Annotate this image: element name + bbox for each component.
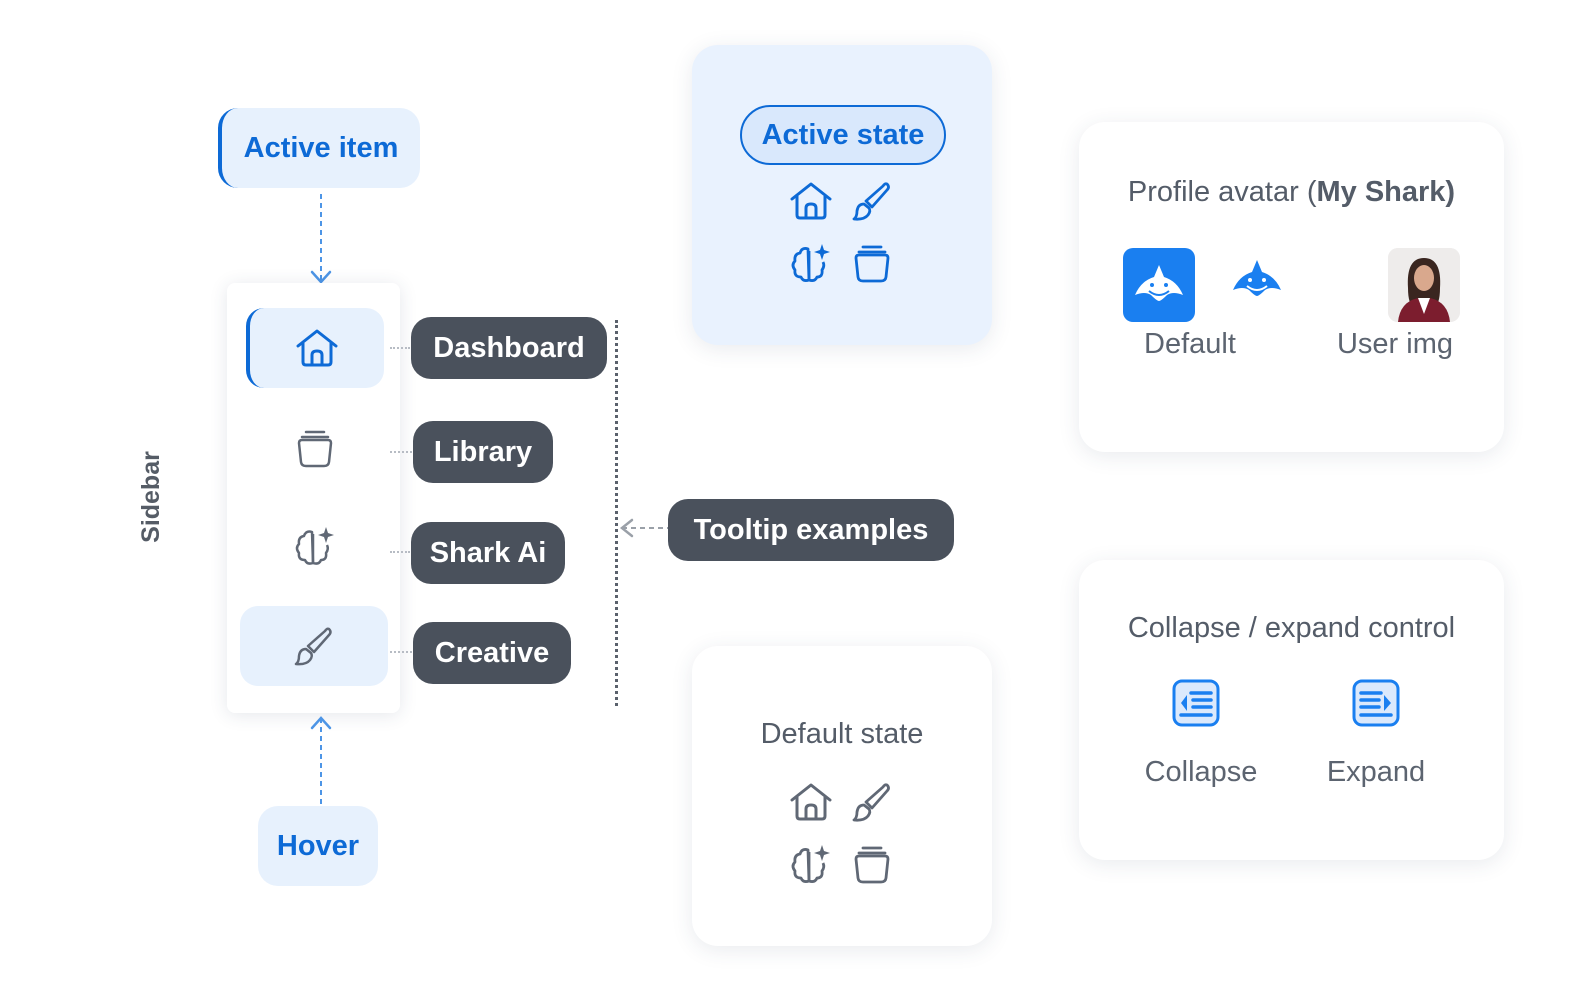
tooltip-library: Library [413, 421, 553, 483]
sidebar-item-creative[interactable] [240, 606, 388, 686]
shark-icon[interactable] [1229, 256, 1285, 304]
tooltip-creative-label: Creative [434, 636, 550, 669]
default-state-title: Default state [760, 718, 924, 750]
brush-icon [852, 783, 890, 822]
expand-icon[interactable] [1351, 678, 1401, 728]
collapse-expand-title: Collapse / expand control [1127, 612, 1456, 644]
sidebar-item-shark-ai[interactable] [242, 506, 388, 586]
home-icon [790, 182, 832, 220]
tooltip-bracket [615, 320, 618, 706]
brain-sparkle-icon [791, 845, 830, 883]
brush-icon [852, 182, 890, 221]
user-avatar-image[interactable] [1388, 248, 1460, 322]
tooltip-dashboard-label: Dashboard [433, 331, 585, 364]
brain-sparkle-icon [791, 244, 830, 282]
profile-title-prefix: Profile avatar ( [1127, 176, 1317, 208]
default-state-card: Default state [692, 646, 992, 946]
connector-library [390, 451, 412, 453]
tooltip-shark-ai: Shark Ai [411, 522, 565, 584]
home-icon [790, 783, 832, 821]
profile-title-bold: My Shark) [1316, 176, 1456, 208]
expand-label: Expand [1326, 756, 1426, 788]
active-item-callout: Active item [218, 108, 420, 188]
user-avatar-label: User img [1336, 328, 1453, 360]
active-item-arrow [310, 194, 332, 284]
collapse-expand-card: Collapse / expand control Collapse Expan… [1079, 560, 1504, 860]
shark-icon [1135, 265, 1183, 301]
profile-avatar-title: Profile avatar (My Shark) [1079, 176, 1504, 209]
sidebar-item-dashboard[interactable] [246, 308, 384, 388]
connector-creative [390, 651, 412, 653]
default-avatar-label: Default [1144, 328, 1236, 360]
library-icon [297, 430, 333, 468]
profile-avatar-card: Profile avatar (My Shark) Default User i… [1079, 122, 1504, 452]
active-state-pill: Active state [740, 105, 946, 165]
active-state-label: Active state [761, 118, 925, 151]
active-item-label: Active item [243, 131, 399, 164]
hover-label: Hover [276, 829, 360, 862]
home-icon [296, 329, 338, 367]
tooltip-shark-ai-label: Shark Ai [429, 536, 547, 569]
sidebar-item-library[interactable] [242, 408, 388, 488]
connector-dashboard [390, 347, 410, 349]
sidebar-vertical-label: Sidebar [137, 451, 165, 543]
tooltip-creative: Creative [413, 622, 571, 684]
hover-arrow [310, 716, 332, 804]
tooltip-dashboard: Dashboard [411, 317, 607, 379]
brush-icon [294, 627, 332, 666]
hover-callout: Hover [258, 806, 378, 886]
tooltip-examples-label: Tooltip examples [693, 513, 929, 546]
collapse-label: Collapse [1144, 756, 1258, 788]
user-photo-icon [1388, 248, 1460, 322]
collapse-icon[interactable] [1171, 678, 1221, 728]
brain-sparkle-icon [295, 527, 334, 565]
tooltip-library-label: Library [433, 435, 533, 468]
tooltip-examples-arrow [619, 518, 668, 538]
library-icon [854, 846, 890, 884]
sidebar [227, 283, 400, 713]
default-avatar[interactable] [1123, 248, 1195, 322]
tooltip-examples-callout: Tooltip examples [668, 499, 954, 561]
connector-shark-ai [390, 551, 410, 553]
active-state-card: Active state [692, 45, 992, 345]
library-icon [854, 245, 890, 283]
